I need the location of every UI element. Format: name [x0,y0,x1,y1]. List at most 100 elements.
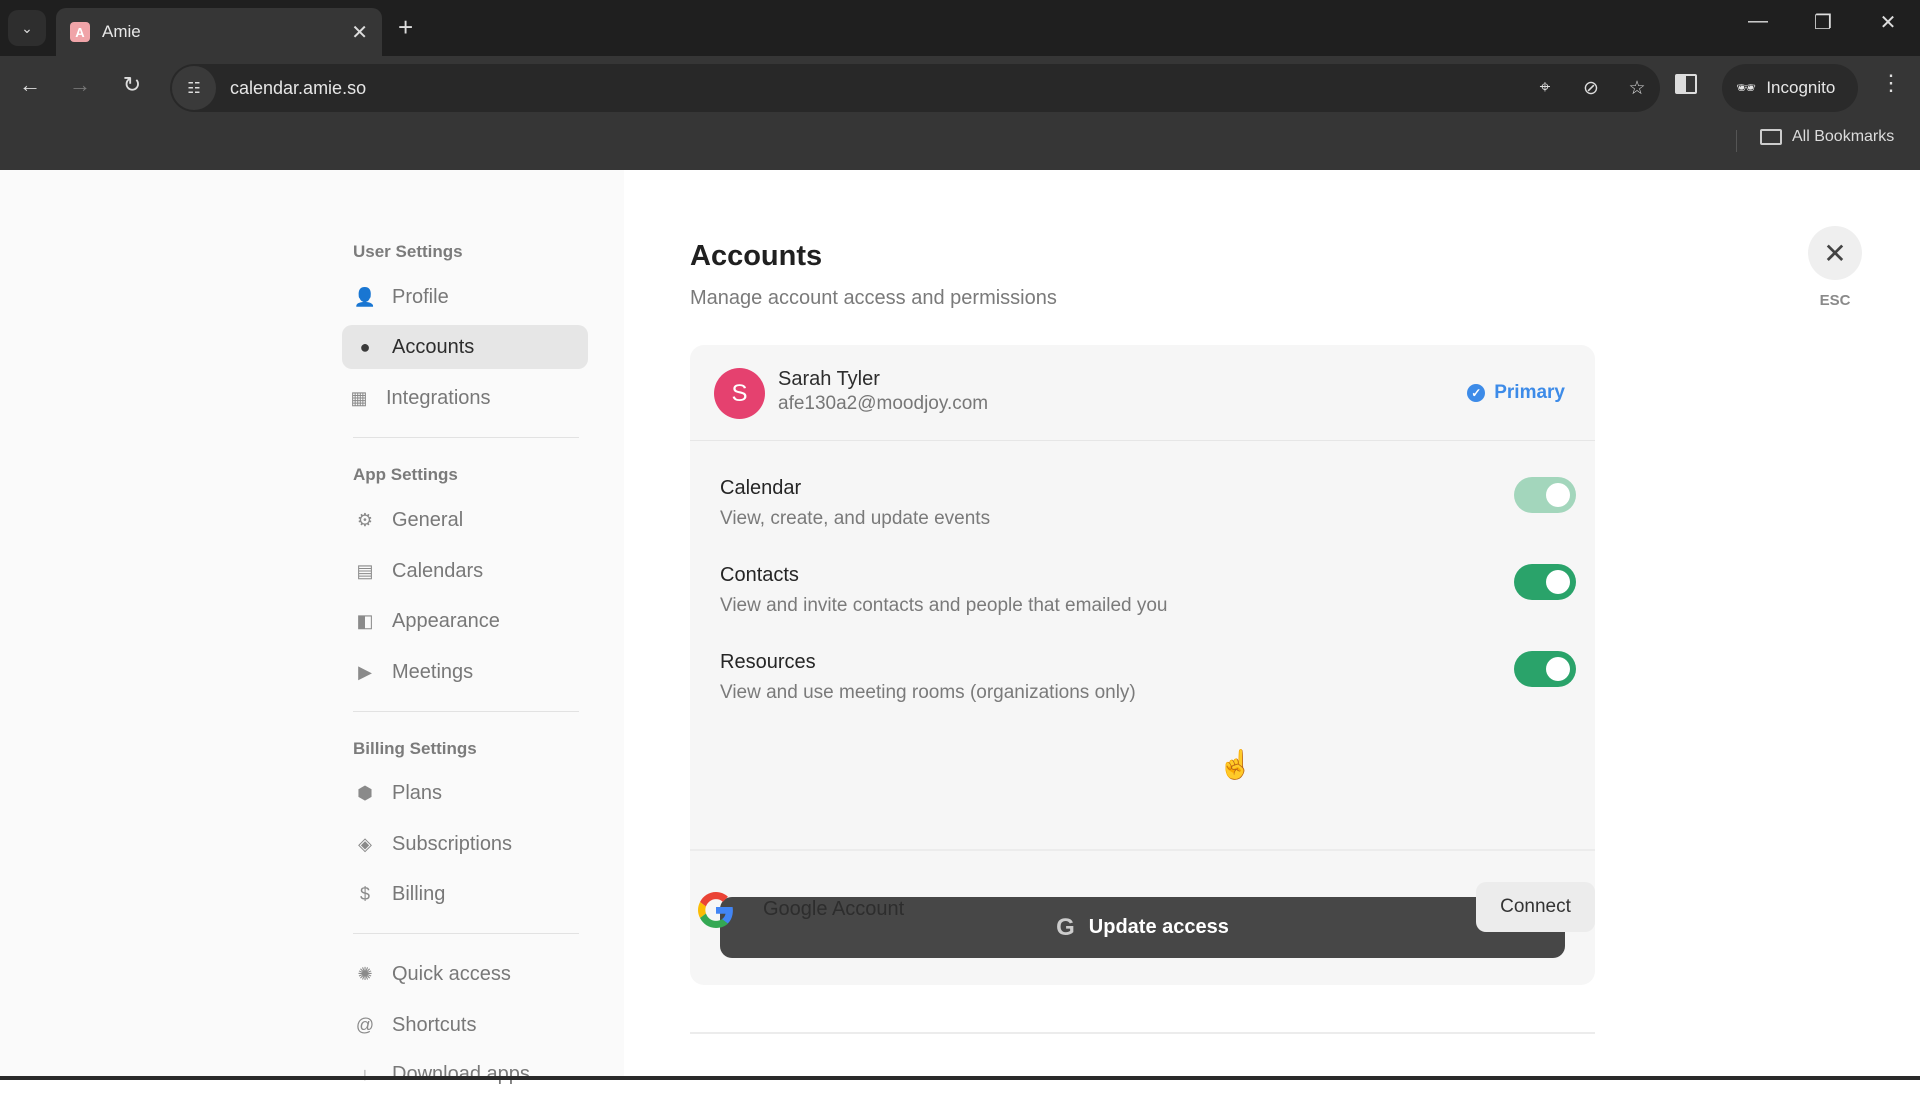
sidebar-item-general[interactable]: ⚙ General [342,498,588,542]
settings-sidebar: User Settings 👤 Profile ● Accounts ▦ Int… [0,170,624,1085]
esc-hint: ESC [1819,292,1851,309]
google-logo-icon [698,892,733,928]
back-button[interactable]: ← [14,72,46,98]
google-account-label: Google Account [763,898,905,920]
section-divider [690,849,1595,851]
gear-icon: ⚙ [356,509,374,530]
integrations-icon: ▦ [350,387,368,408]
dollar-icon: $ [359,883,370,904]
all-bookmarks-button[interactable]: All Bookmarks [1760,128,1894,146]
calendar-toggle[interactable] [1514,477,1576,513]
sidebar-item-label: Appearance [392,609,500,632]
address-bar[interactable]: ☷ calendar.amie.so ⌖ ⊘ ☆ [170,64,1660,112]
sidebar-item-label: Profile [392,285,449,308]
sidebar-item-label: Integrations [386,386,491,409]
sidebar-item-label: Billing [392,882,446,905]
incognito-icon: 🕶 [1736,80,1757,97]
permission-calendar: Calendar View, create, and update events [720,477,1576,547]
folder-icon [1760,129,1782,145]
contacts-toggle[interactable] [1514,564,1576,600]
sidebar-item-label: Subscriptions [392,832,513,855]
permission-description: View and use meeting rooms (organization… [720,682,1136,703]
side-panel-icon[interactable] [1675,74,1697,94]
sidebar-item-meetings[interactable]: ▶ Meetings [342,650,588,694]
close-icon: ✕ [1823,237,1847,269]
sidebar-item-shortcuts[interactable]: @ Shortcuts [342,1003,588,1047]
permission-resources: Resources View and use meeting rooms (or… [720,651,1576,721]
bookmarks-label: All Bookmarks [1792,128,1895,145]
primary-badge: ✓ Primary [1467,382,1565,404]
eye-off-icon[interactable]: ⊘ [1568,77,1614,100]
bookmarks-separator [1736,130,1737,152]
sidebar-divider [353,933,579,934]
restore-button[interactable]: ❐ [1803,10,1843,35]
permission-title: Calendar [720,477,802,499]
appearance-icon: ◧ [356,610,374,631]
minimize-button[interactable]: — [1738,10,1778,33]
chevron-down-icon: ⌄ [21,19,33,36]
sidebar-item-label: Shortcuts [392,1013,477,1036]
site-info-icon[interactable]: ☷ [172,66,216,110]
sidebar-item-label: Accounts [392,335,475,358]
sidebar-item-subscriptions[interactable]: ◈ Subscriptions [342,822,588,866]
tab-bar: ⌄ A Amie ✕ + — ❐ ✕ [0,0,1920,56]
location-icon[interactable]: ⌖ [1522,77,1568,99]
sidebar-item-quick-access[interactable]: ✺ Quick access [342,952,588,996]
sidebar-item-label: General [392,508,464,531]
close-settings-button[interactable]: ✕ [1808,226,1862,280]
incognito-button[interactable]: 🕶 Incognito [1722,64,1858,112]
permission-contacts: Contacts View and invite contacts and pe… [720,564,1576,634]
section-label-billing-settings: Billing Settings [353,739,477,758]
permission-description: View and invite contacts and people that… [720,595,1168,616]
sidebar-item-plans[interactable]: ⬢ Plans [342,771,588,815]
window-close-button[interactable]: ✕ [1868,10,1908,35]
taskbar-edge [0,1076,1920,1080]
settings-page: User Settings 👤 Profile ● Accounts ▦ Int… [0,170,1920,1085]
resources-toggle[interactable] [1514,651,1576,687]
browser-tab[interactable]: A Amie ✕ [56,8,382,56]
at-icon: @ [355,1014,375,1035]
tab-search-button[interactable]: ⌄ [8,10,46,46]
sidebar-item-download-apps[interactable]: ↓ Download apps [342,1052,588,1096]
primary-label: Primary [1494,382,1565,403]
sidebar-item-appearance[interactable]: ◧ Appearance [342,599,588,643]
sidebar-item-integrations[interactable]: ▦ Integrations [336,376,582,420]
sidebar-divider [353,437,579,438]
sidebar-item-calendars[interactable]: ▤ Calendars [342,549,588,593]
plans-icon: ⬢ [357,782,373,803]
sidebar-item-label: Meetings [392,660,474,683]
tab-title: Amie [102,22,141,41]
permission-description: View, create, and update events [720,508,991,529]
permission-title: Contacts [720,564,799,586]
new-tab-button[interactable]: + [398,12,413,43]
sidebar-item-billing[interactable]: $ Billing [342,872,588,916]
accounts-icon: ● [359,336,371,357]
reload-button[interactable]: ↻ [116,72,148,98]
sidebar-item-accounts[interactable]: ● Accounts [342,325,588,369]
box-icon: ◈ [358,833,372,854]
browser-menu-icon[interactable]: ⋮ [1880,70,1902,96]
connect-button[interactable]: Connect [1476,882,1595,932]
sidebar-item-label: Quick access [392,962,511,985]
sidebar-divider [353,711,579,712]
browser-toolbar: ← → ↻ ☷ calendar.amie.so ⌖ ⊘ ☆ 🕶 Incogni… [0,56,1920,170]
url-text[interactable]: calendar.amie.so [230,78,1522,99]
sidebar-item-profile[interactable]: 👤 Profile [342,275,588,319]
sidebar-item-label: Download apps [392,1062,530,1085]
permission-title: Resources [720,651,816,673]
account-email: afe130a2@moodjoy.com [778,393,989,414]
calendar-icon: ▤ [356,560,374,581]
download-icon: ↓ [360,1063,370,1084]
profile-icon: 👤 [353,286,377,307]
sidebar-item-label: Calendars [392,559,484,582]
hand-cursor-icon: ☝ [1218,749,1253,780]
tab-close-icon[interactable]: ✕ [351,20,368,45]
forward-button[interactable]: → [64,72,96,98]
account-name: Sarah Tyler [778,368,880,390]
avatar: S [714,368,765,419]
section-label-user-settings: User Settings [353,242,463,261]
incognito-label: Incognito [1766,78,1836,97]
page-subtitle: Manage account access and permissions [690,287,1057,309]
favicon-icon: A [70,22,90,42]
star-icon[interactable]: ☆ [1614,77,1660,100]
